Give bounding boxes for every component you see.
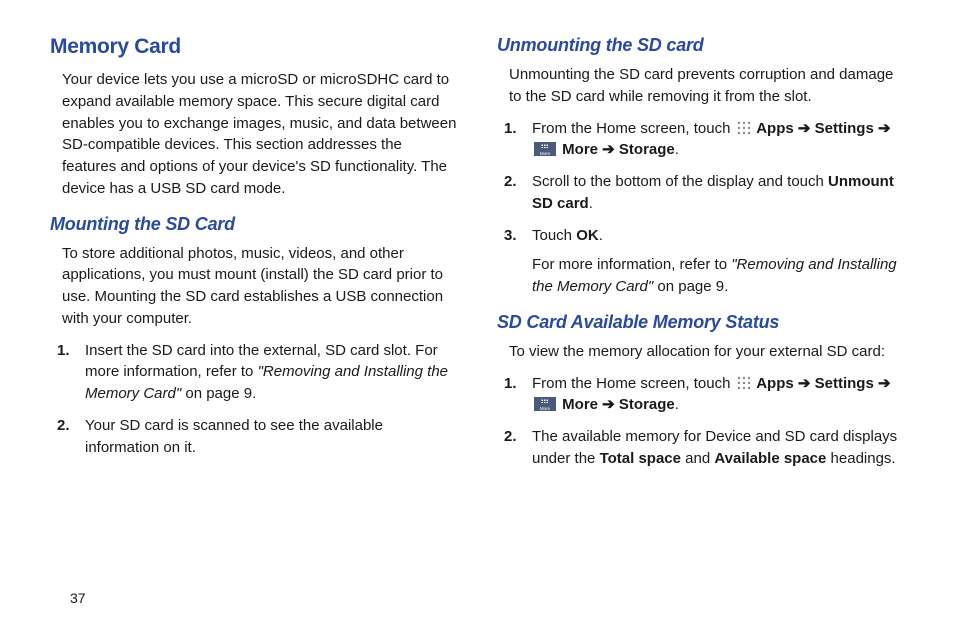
step-number: 2. — [57, 415, 70, 437]
step-number: 1. — [504, 373, 517, 395]
step-number: 2. — [504, 171, 517, 193]
apps-icon — [737, 121, 751, 135]
mount-step-2: 2. Your SD card is scanned to see the av… — [85, 415, 457, 459]
step-number: 1. — [57, 340, 70, 362]
cross-ref-para: For more information, refer to "Removing… — [532, 254, 904, 298]
heading-unmounting: Unmounting the SD card — [497, 35, 904, 56]
mounting-steps: 1. Insert the SD card into the external,… — [50, 340, 457, 459]
sub-text-tail: on page 9. — [653, 278, 728, 295]
mount-step-1: 1. Insert the SD card into the external,… — [85, 340, 457, 405]
step-number: 3. — [504, 225, 517, 247]
memory-card-intro: Your device lets you use a microSD or mi… — [50, 69, 457, 200]
step-text-tail: headings. — [826, 450, 895, 467]
period: . — [675, 396, 679, 413]
nav-path-apps: Apps ➔ Settings ➔ — [753, 375, 891, 392]
ui-label: Total space — [600, 450, 681, 467]
step-text: From the Home screen, touch — [532, 375, 735, 392]
status-steps: 1. From the Home screen, touch Apps ➔ Se… — [497, 373, 904, 470]
more-icon — [534, 142, 556, 156]
mounting-intro: To store additional photos, music, video… — [50, 243, 457, 330]
period: . — [589, 195, 593, 212]
ui-label: OK — [576, 227, 599, 244]
heading-mounting: Mounting the SD Card — [50, 214, 457, 235]
unmount-step-1: 1. From the Home screen, touch Apps ➔ Se… — [532, 118, 904, 162]
step-text-tail: on page 9. — [181, 385, 256, 402]
apps-icon — [737, 376, 751, 390]
period: . — [599, 227, 603, 244]
step-text: Touch — [532, 227, 576, 244]
step-number: 2. — [504, 426, 517, 448]
more-icon — [534, 397, 556, 411]
unmount-intro: Unmounting the SD card prevents corrupti… — [497, 64, 904, 108]
nav-path-apps: Apps ➔ Settings ➔ — [753, 120, 891, 137]
sub-text: For more information, refer to — [532, 256, 731, 273]
period: . — [675, 141, 679, 158]
heading-memory-status: SD Card Available Memory Status — [497, 312, 904, 333]
ui-label: Available space — [714, 450, 826, 467]
nav-path-more: More ➔ Storage — [558, 396, 675, 413]
page-number: 37 — [70, 590, 86, 606]
step-number: 1. — [504, 118, 517, 140]
heading-memory-card: Memory Card — [50, 35, 457, 59]
two-column-layout: Memory Card Your device lets you use a m… — [50, 35, 904, 480]
right-column: Unmounting the SD card Unmounting the SD… — [497, 35, 904, 480]
step-text: Your SD card is scanned to see the avail… — [85, 417, 383, 456]
status-step-2: 2. The available memory for Device and S… — [532, 426, 904, 470]
step-text: From the Home screen, touch — [532, 120, 735, 137]
unmount-step-3: 3. Touch OK. For more information, refer… — [532, 225, 904, 298]
left-column: Memory Card Your device lets you use a m… — [50, 35, 457, 480]
status-step-1: 1. From the Home screen, touch Apps ➔ Se… — [532, 373, 904, 417]
step-text: and — [681, 450, 714, 467]
step-text: Scroll to the bottom of the display and … — [532, 173, 828, 190]
status-intro: To view the memory allocation for your e… — [497, 341, 904, 363]
nav-path-more: More ➔ Storage — [558, 141, 675, 158]
unmount-steps: 1. From the Home screen, touch Apps ➔ Se… — [497, 118, 904, 298]
unmount-step-2: 2. Scroll to the bottom of the display a… — [532, 171, 904, 215]
